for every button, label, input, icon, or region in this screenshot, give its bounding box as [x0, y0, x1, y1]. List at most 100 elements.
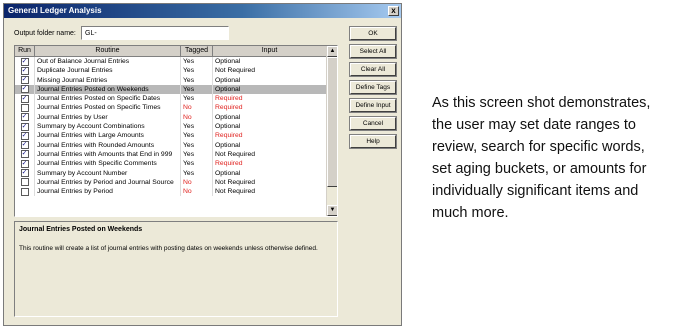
run-checkbox[interactable]: ✓ [20, 85, 29, 94]
table-row[interactable]: ✓ Journal Entries Posted on Specific Date… [15, 94, 327, 104]
column-header-tagged[interactable]: Tagged [181, 46, 213, 57]
input-cell: Required [213, 159, 327, 169]
tagged-cell: Yes [181, 140, 213, 150]
general-ledger-dialog: General Ledger Analysis x Output folder … [3, 3, 402, 326]
run-checkbox[interactable]: ✓ [20, 57, 29, 66]
tagged-cell: Yes [181, 122, 213, 132]
description-title: Journal Entries Posted on Weekends [19, 226, 143, 233]
routine-cell: Summary by Account Combinations [35, 122, 181, 132]
define-tags-button[interactable]: Define Tags [349, 80, 397, 95]
run-checkbox[interactable]: ✓ [20, 122, 29, 131]
tagged-cell: Yes [181, 75, 213, 85]
input-cell: Not Required [213, 187, 327, 197]
checkmark-icon: ✓ [21, 159, 28, 167]
select-all-button[interactable]: Select All [349, 44, 397, 59]
input-cell: Not Required [213, 177, 327, 188]
input-cell: Not Required [213, 66, 327, 76]
run-checkbox[interactable] [20, 187, 29, 196]
run-checkbox[interactable] [20, 178, 29, 187]
routine-cell: Journal Entries by User [35, 112, 181, 123]
tagged-cell: No [181, 177, 213, 188]
table-row[interactable]: ✓ Journal Entries with Large Amounts Yes Re… [15, 131, 327, 141]
help-button[interactable]: Help [349, 134, 397, 149]
column-header-run[interactable]: Run [15, 46, 35, 57]
output-folder-input[interactable] [81, 26, 229, 40]
checkmark-icon: ✓ [21, 66, 28, 74]
run-checkbox[interactable] [20, 103, 29, 112]
run-cell: ✓ [15, 84, 35, 95]
input-cell: Optional [213, 75, 327, 85]
routine-cell: Journal Entries with Large Amounts [35, 131, 181, 141]
dialog-titlebar: General Ledger Analysis x [4, 4, 401, 18]
routine-cell: Journal Entries Posted on Specific Dates [35, 94, 181, 104]
grid-scrollbar[interactable]: ▲ ▼ [326, 46, 337, 216]
run-checkbox[interactable]: ✓ [20, 150, 29, 159]
routine-cell: Journal Entries by Period [35, 187, 181, 197]
run-cell: ✓ [15, 75, 35, 85]
run-checkbox[interactable]: ✓ [20, 66, 29, 75]
grid-header: Run Routine Tagged Input [15, 46, 327, 57]
cancel-button[interactable]: Cancel [349, 116, 397, 131]
table-row[interactable]: ✓ Missing Journal Entries Yes Optional [15, 75, 327, 85]
checkmark-icon: ✓ [21, 169, 28, 177]
table-row[interactable]: Journal Entries by Period No Not Required [15, 187, 327, 197]
scrollbar-thumb[interactable] [327, 57, 337, 187]
define-input-button[interactable]: Define Input [349, 98, 397, 113]
input-cell: Optional [213, 140, 327, 150]
run-checkbox[interactable]: ✓ [20, 94, 29, 103]
input-cell: Optional [213, 57, 327, 67]
input-cell: Required [213, 94, 327, 104]
routine-grid: Run Routine Tagged Input ✓ Out of Balance… [14, 45, 338, 217]
routine-cell: Journal Entries with Rounded Amounts [35, 140, 181, 150]
run-checkbox[interactable]: ✓ [20, 159, 29, 168]
run-cell: ✓ [15, 159, 35, 169]
table-row[interactable]: Journal Entries Posted on Specific Times… [15, 103, 327, 113]
ok-button[interactable]: OK [349, 26, 397, 41]
checkmark-icon: ✓ [21, 131, 28, 139]
routine-cell: Out of Balance Journal Entries [35, 57, 181, 67]
checkmark-icon: ✓ [21, 85, 28, 93]
table-row[interactable]: ✓ Out of Balance Journal Entries Yes Option… [15, 57, 327, 67]
run-checkbox[interactable]: ✓ [20, 113, 29, 122]
run-checkbox[interactable]: ✓ [20, 141, 29, 150]
caption-text: As this screen shot demonstrates, the us… [432, 95, 651, 221]
output-folder-label: Output folder name: [14, 30, 76, 37]
tagged-cell: No [181, 187, 213, 197]
run-checkbox[interactable]: ✓ [20, 169, 29, 178]
clear-all-button[interactable]: Clear All [349, 62, 397, 77]
table-row[interactable]: ✓ Journal Entries Posted on Weekends Yes Op… [15, 84, 327, 95]
routine-cell: Journal Entries Posted on Specific Times [35, 103, 181, 113]
tagged-cell: Yes [181, 66, 213, 76]
tagged-cell: Yes [181, 131, 213, 141]
grid-rows: ✓ Out of Balance Journal Entries Yes Option… [15, 57, 327, 197]
close-icon[interactable]: x [388, 6, 399, 16]
table-row[interactable]: ✓ Journal Entries with Specific Comments Y… [15, 159, 327, 169]
table-row[interactable]: Journal Entries by Period and Journal So… [15, 177, 327, 188]
scroll-down-arrow-icon[interactable]: ▼ [327, 205, 337, 216]
table-row[interactable]: ✓ Summary by Account Number Yes Optional [15, 168, 327, 178]
checkmark-icon: ✓ [21, 150, 28, 158]
checkmark-icon: ✓ [21, 141, 28, 149]
tagged-cell: Yes [181, 149, 213, 160]
table-row[interactable]: ✓ Summary by Account Combinations Yes Optio… [15, 122, 327, 132]
table-row[interactable]: ✓ Journal Entries by User No Optional [15, 112, 327, 123]
checkmark-icon: ✓ [21, 57, 28, 65]
column-header-routine[interactable]: Routine [35, 46, 181, 57]
table-row[interactable]: ✓ Journal Entries with Rounded Amounts Yes… [15, 140, 327, 150]
routine-cell: Journal Entries by Period and Journal So… [35, 177, 181, 188]
column-header-input[interactable]: Input [213, 46, 327, 57]
dialog-title: General Ledger Analysis [8, 6, 102, 15]
run-checkbox[interactable]: ✓ [20, 131, 29, 140]
run-cell: ✓ [15, 57, 35, 67]
run-cell [15, 177, 35, 188]
description-text: This routine will create a list of journ… [19, 245, 318, 252]
table-row[interactable]: ✓ Journal Entries with Amounts that End i… [15, 149, 327, 160]
tagged-cell: Yes [181, 84, 213, 95]
routine-cell: Duplicate Journal Entries [35, 66, 181, 76]
routine-cell: Journal Entries Posted on Weekends [35, 84, 181, 95]
scroll-up-arrow-icon[interactable]: ▲ [327, 46, 337, 57]
run-cell [15, 103, 35, 113]
input-cell: Required [213, 131, 327, 141]
table-row[interactable]: ✓ Duplicate Journal Entries Yes Not Require… [15, 66, 327, 76]
run-checkbox[interactable]: ✓ [20, 76, 29, 85]
